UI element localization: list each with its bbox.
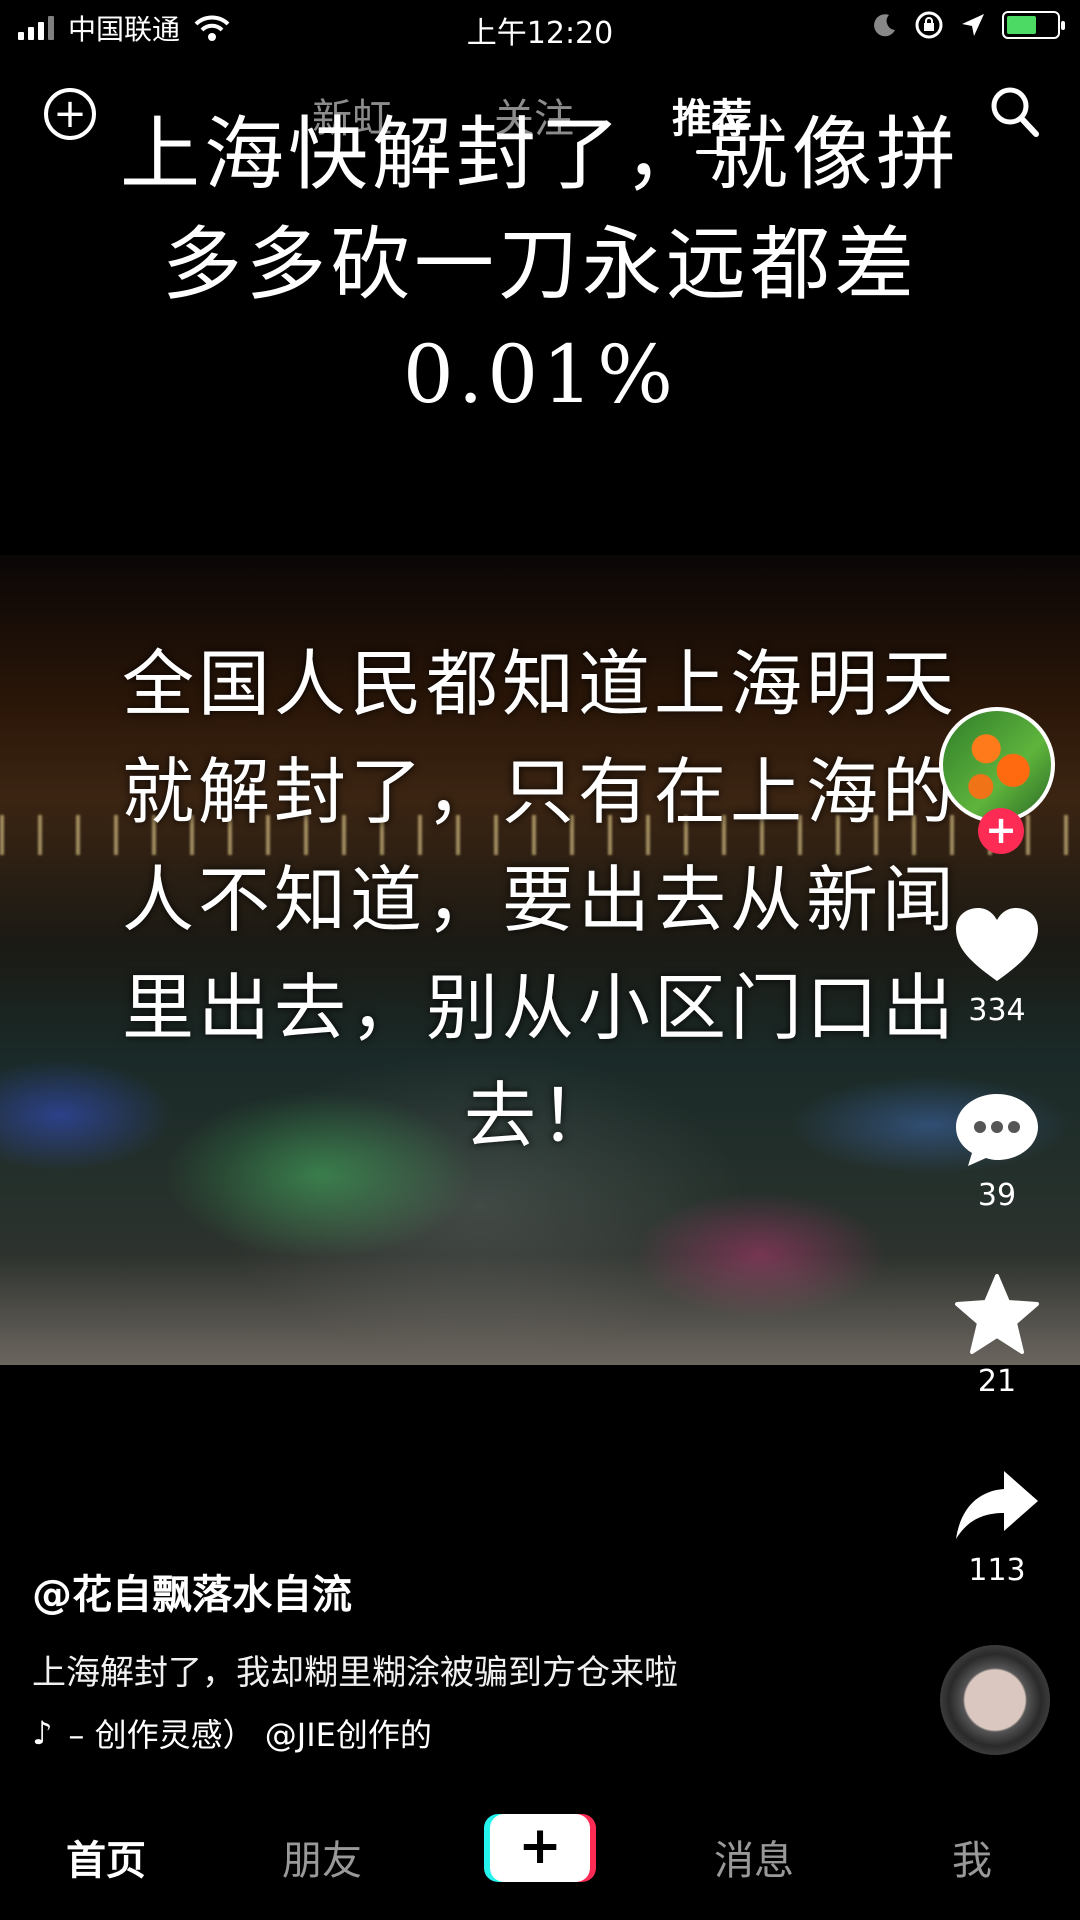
share-button[interactable]: 113 xyxy=(932,1465,1062,1588)
tab-recommended[interactable]: 推荐 xyxy=(672,86,752,154)
tab-following[interactable]: 关注 xyxy=(494,86,574,144)
like-button[interactable]: 334 xyxy=(932,905,1062,1028)
music-ticker[interactable]: ♪ – 创作灵感） @JIE创作的 xyxy=(32,1710,572,1756)
shoreline xyxy=(0,1255,1080,1365)
video-caption-bottom: 全国人民都知道上海明天就解封了，只有在上海的人不知道，要出去从新闻里出去，别从小… xyxy=(121,642,958,1158)
tab-nearby[interactable]: 新虹 xyxy=(312,86,392,144)
nav-me[interactable]: 我 xyxy=(952,1828,992,1886)
follow-plus-button[interactable]: + xyxy=(978,808,1024,854)
post-description[interactable]: 上海解封了，我却糊里糊涂被骗到方仓来啦 xyxy=(32,1645,678,1694)
status-bar: 中国联通 上午12:20 xyxy=(0,0,1080,56)
nav-friends[interactable]: 朋友 xyxy=(282,1828,362,1886)
like-count: 334 xyxy=(968,993,1026,1028)
location-arrow-icon xyxy=(962,14,984,36)
bottom-nav: 首页 朋友 + 消息 我 xyxy=(0,1810,1080,1920)
comment-count: 39 xyxy=(977,1178,1017,1213)
nav-messages[interactable]: 消息 xyxy=(714,1828,794,1886)
music-disc[interactable] xyxy=(940,1645,1050,1755)
music-title: – 创作灵感） @JIE创作的 xyxy=(68,1716,432,1754)
comment-button[interactable]: 39 xyxy=(932,1090,1062,1213)
moon-icon xyxy=(874,14,895,37)
create-button[interactable]: + xyxy=(490,1814,590,1882)
battery-icon xyxy=(1002,11,1065,39)
rotation-lock-icon xyxy=(915,11,943,39)
favorite-button[interactable]: 21 xyxy=(932,1272,1062,1399)
share-arrow-icon xyxy=(956,1471,1038,1539)
tiktok-note-icon: ♪ xyxy=(32,1714,53,1752)
heart-icon xyxy=(956,908,1038,981)
comment-icon xyxy=(956,1094,1038,1166)
search-icon[interactable] xyxy=(988,84,1040,140)
top-nav: + 新虹 关注 推荐 xyxy=(0,70,1080,154)
favorite-count: 21 xyxy=(977,1364,1017,1399)
add-circle-icon[interactable]: + xyxy=(44,88,96,140)
star-icon xyxy=(955,1274,1039,1354)
author-avatar[interactable] xyxy=(939,707,1055,823)
author-name[interactable]: @花自飘落水自流 xyxy=(32,1562,352,1620)
share-count: 113 xyxy=(968,1553,1026,1588)
nav-home[interactable]: 首页 xyxy=(66,1828,146,1886)
